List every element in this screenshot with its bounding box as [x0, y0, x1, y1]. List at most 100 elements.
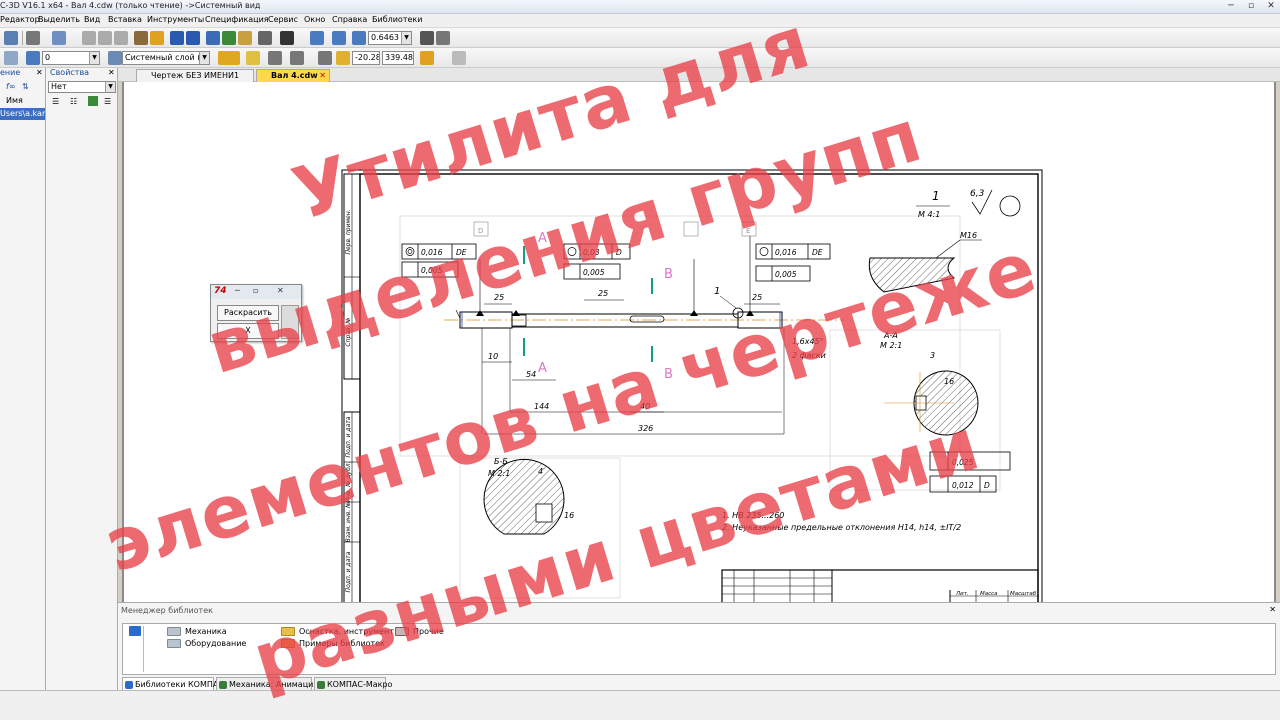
side-label: Инв. № дубл. — [345, 461, 352, 502]
library-root-icon[interactable] — [129, 626, 141, 636]
print-icon[interactable] — [26, 31, 40, 45]
close-icon[interactable]: ✕ — [108, 68, 115, 77]
view-icon[interactable] — [26, 51, 40, 65]
tree-tab[interactable]: ение — [0, 68, 20, 80]
zoom-icon[interactable] — [352, 31, 366, 45]
menu-select[interactable]: Выделить — [38, 15, 80, 24]
list-icon[interactable]: ☷ — [70, 97, 77, 106]
formula-icon[interactable] — [238, 31, 252, 45]
function-icon[interactable]: f∞ — [6, 82, 15, 91]
menu-help[interactable]: Справка — [332, 15, 367, 24]
help-pointer-icon[interactable] — [280, 31, 294, 45]
redo-icon[interactable] — [186, 31, 200, 45]
shaft-step — [511, 313, 739, 328]
maximize-icon[interactable]: ▫ — [253, 286, 258, 295]
zoom-window-icon[interactable] — [310, 31, 324, 45]
menu-editor[interactable]: Редактор — [0, 15, 40, 24]
coord-y-field[interactable]: 339.481 — [382, 51, 414, 65]
save-icon[interactable] — [4, 31, 18, 45]
dimension-label: 25 — [598, 289, 608, 298]
minimize-icon[interactable]: ─ — [235, 286, 240, 295]
paste-icon[interactable] — [114, 31, 128, 45]
utility-titlebar[interactable]: 74 ─ ▫ ✕ — [211, 285, 301, 299]
menu-service[interactable]: Сервис — [268, 15, 298, 24]
tolerance-ref: DE — [812, 248, 823, 257]
tree-icon[interactable] — [88, 96, 98, 106]
library-item-tooling[interactable]: Оснастка, инструмент — [281, 626, 394, 638]
zoom-field[interactable]: 0.6463 ▼ — [368, 31, 412, 45]
menu-window[interactable]: Окно — [304, 15, 325, 24]
manager-icon[interactable] — [206, 31, 220, 45]
round-icon[interactable] — [420, 51, 434, 65]
layer-value: Системный слой (0) — [125, 53, 209, 62]
close-icon[interactable]: ✕ — [1262, 0, 1280, 12]
pan-icon[interactable] — [420, 31, 434, 45]
tree-item-path[interactable]: Users\a.kama — [0, 108, 45, 120]
tree-panel: ение ✕ f∞ ⇅ Имя Users\a.kama — [0, 68, 46, 690]
close-icon[interactable]: ✕ — [1269, 605, 1276, 614]
document-tabs: Чертеж БЕЗ ИМЕНИ1 Вал 4.cdw ✕ — [118, 68, 1280, 82]
menu-view[interactable]: Вид — [84, 15, 100, 24]
chevron-down-icon[interactable]: ▼ — [401, 32, 411, 44]
dimension-label: 3 — [930, 351, 935, 360]
colorize-button[interactable]: Раскрасить — [217, 305, 279, 321]
tab-mechanics-animation[interactable]: Механика: Анимация — [216, 677, 318, 691]
library-manager-title: Менеджер библиотек — [121, 606, 213, 615]
chevron-down-icon[interactable]: ▼ — [199, 52, 209, 64]
library-item-other[interactable]: Прочие — [395, 626, 444, 638]
chevron-down-icon[interactable]: ▼ — [89, 52, 99, 64]
folder-icon — [395, 627, 409, 636]
orto-icon[interactable] — [290, 51, 304, 65]
tab-kompas-libraries[interactable]: Библиотеки КОМПАС — [122, 677, 224, 691]
refresh-icon[interactable] — [436, 31, 450, 45]
tab-drawing-unnamed[interactable]: Чертеж БЕЗ ИМЕНИ1 — [136, 69, 254, 82]
zoom-all-icon[interactable] — [332, 31, 346, 45]
cut-icon[interactable] — [82, 31, 96, 45]
properties-tab[interactable]: Свойства — [50, 68, 89, 80]
layer-icon[interactable] — [108, 51, 122, 65]
library-item-label: Прочие — [413, 627, 444, 636]
undo-icon[interactable] — [170, 31, 184, 45]
close-icon[interactable]: ✕ — [36, 68, 43, 77]
properties-filter-select[interactable]: Нет ▼ — [48, 81, 116, 93]
dimension-label: 40 — [640, 402, 650, 411]
variables-icon[interactable] — [222, 31, 236, 45]
menu-specification[interactable]: Спецификация — [205, 15, 269, 24]
tab-kompas-macro[interactable]: КОМПАС-Макро — [314, 677, 392, 691]
coord-x-field[interactable]: -20.286 — [352, 51, 380, 65]
library-item-equipment[interactable]: Оборудование — [167, 638, 246, 650]
grid-icon[interactable] — [268, 51, 282, 65]
view-select[interactable]: 0 ▼ — [42, 51, 100, 65]
chevron-down-icon[interactable]: ▼ — [105, 82, 115, 92]
tab-shaft-4[interactable]: Вал 4.cdw ✕ — [256, 69, 330, 82]
menu-tools[interactable]: Инструменты — [147, 15, 204, 24]
layer-select[interactable]: Системный слой (0) ▼ — [122, 51, 210, 65]
menu-insert[interactable]: Вставка — [108, 15, 142, 24]
library-item-mechanics[interactable]: Механика — [167, 626, 227, 638]
menu-libraries[interactable]: Библиотеки — [372, 15, 422, 24]
drawing-canvas[interactable]: Перв. примен. Справ. № Подп. и дата Инв.… — [122, 82, 1276, 602]
section-bb: Б-Б М 2:1 4 16 — [483, 457, 574, 535]
copy-icon[interactable] — [98, 31, 112, 45]
close-icon[interactable]: ✕ — [277, 286, 284, 295]
properties-icon[interactable] — [150, 31, 164, 45]
library-item-examples[interactable]: Примеры библиотек — [281, 638, 385, 650]
drawing-svg: Перв. примен. Справ. № Подп. и дата Инв.… — [341, 169, 1043, 602]
close-icon[interactable]: ✕ — [319, 70, 326, 82]
clear-colors-button[interactable]: X — [217, 323, 279, 339]
snap-icon[interactable] — [218, 51, 240, 65]
maximize-icon[interactable]: ▫ — [1242, 0, 1260, 12]
local-snap-icon[interactable] — [246, 51, 260, 65]
list-icon[interactable]: ☰ — [104, 97, 111, 106]
coord-y-value: 339.481 — [385, 53, 413, 62]
preview-icon[interactable] — [52, 31, 66, 45]
format-painter-icon[interactable] — [134, 31, 148, 45]
sort-icon[interactable]: ⇅ — [22, 82, 29, 91]
cursor-coords-icon[interactable] — [336, 51, 350, 65]
minimize-icon[interactable]: ─ — [1222, 0, 1240, 12]
state-icon[interactable] — [4, 51, 18, 65]
filter-icon[interactable] — [452, 51, 466, 65]
macro-icon[interactable] — [258, 31, 272, 45]
coordinate-system-icon[interactable] — [318, 51, 332, 65]
list-icon[interactable]: ☰ — [52, 97, 59, 106]
